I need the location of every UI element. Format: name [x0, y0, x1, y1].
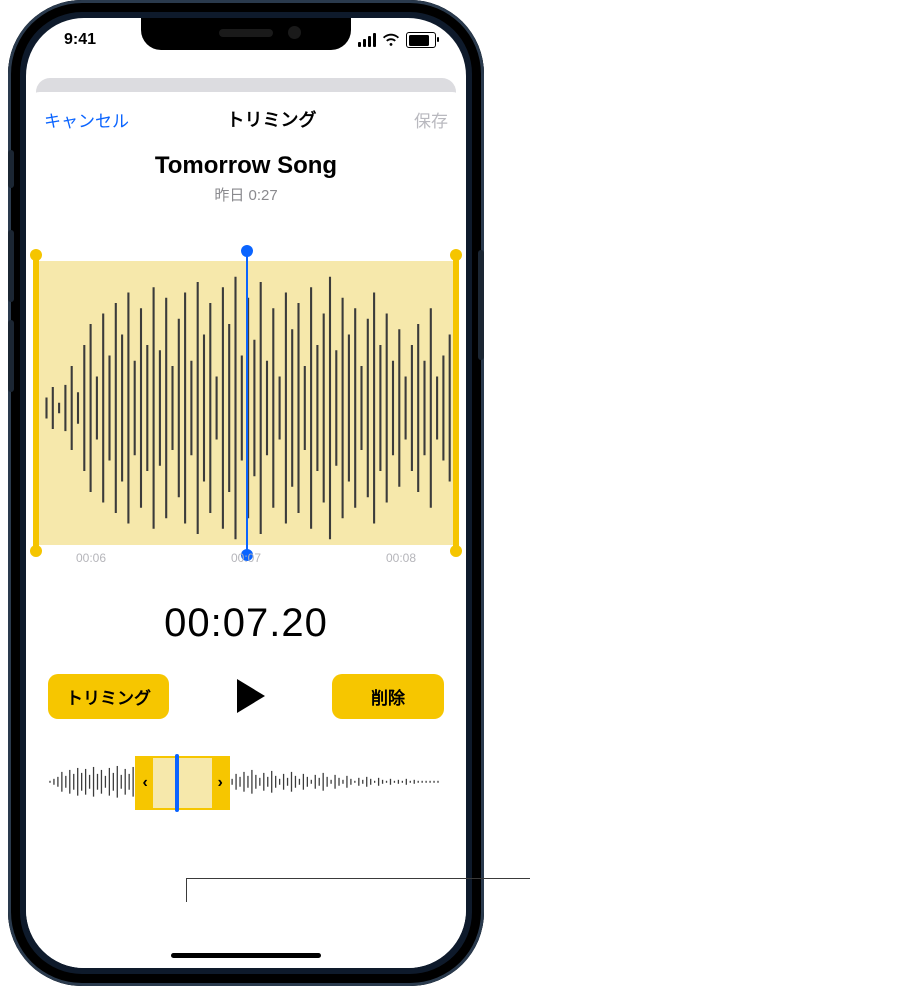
nav-title: トリミング	[227, 106, 317, 132]
wifi-icon	[382, 33, 400, 47]
overview-trim-handle-start[interactable]: ‹	[137, 758, 153, 808]
nav-bar: キャンセル トリミング 保存	[26, 92, 466, 138]
cellular-icon	[358, 33, 376, 47]
recording-subtitle: 昨日 0:27	[26, 184, 466, 205]
zoom-time-ticks: 00:06 00:07 00:08	[36, 551, 456, 573]
zoom-trim-handle-end[interactable]	[453, 255, 459, 551]
overview-trim-handle-end[interactable]: ›	[212, 758, 228, 808]
volume-up-button	[8, 230, 14, 302]
status-time: 9:41	[64, 31, 96, 49]
overview-playhead[interactable]	[175, 754, 179, 812]
controls-row: トリミング 削除	[48, 672, 444, 720]
overview-waveform-icon	[48, 762, 444, 802]
recording-title: Tomorrow Song	[26, 152, 466, 180]
trim-button[interactable]: トリミング	[48, 674, 169, 719]
zoom-playhead[interactable]	[246, 251, 248, 555]
waveform-zoom[interactable]: 00:06 00:07 00:08	[36, 261, 456, 573]
tick-label: 00:08	[386, 551, 416, 573]
mute-switch	[8, 150, 14, 188]
battery-icon	[406, 32, 436, 48]
save-button[interactable]: 保存	[414, 107, 448, 132]
notch	[141, 18, 351, 50]
cancel-button[interactable]: キャンセル	[44, 107, 129, 132]
callout-line	[186, 878, 187, 902]
play-button[interactable]	[227, 672, 275, 720]
screen: 9:41 キャンセル トリミング 保存 Tomorrow Song 昨日 0:2…	[26, 18, 466, 968]
phone-frame: 9:41 キャンセル トリミング 保存 Tomorrow Song 昨日 0:2…	[8, 0, 484, 986]
waveform-overview[interactable]: ‹ ›	[48, 756, 444, 810]
volume-down-button	[8, 320, 14, 392]
zoom-trim-handle-start[interactable]	[33, 255, 39, 551]
power-button	[478, 250, 484, 360]
play-icon	[234, 677, 268, 715]
trim-sheet: キャンセル トリミング 保存 Tomorrow Song 昨日 0:27	[26, 92, 466, 968]
tick-label: 00:06	[76, 551, 106, 573]
tick-label: 00:07	[231, 551, 261, 573]
callout-line	[186, 878, 530, 879]
overview-selection[interactable]: ‹ ›	[135, 756, 230, 810]
current-time: 00:07.20	[26, 601, 466, 646]
home-indicator[interactable]	[171, 953, 321, 958]
delete-button[interactable]: 削除	[332, 674, 444, 719]
